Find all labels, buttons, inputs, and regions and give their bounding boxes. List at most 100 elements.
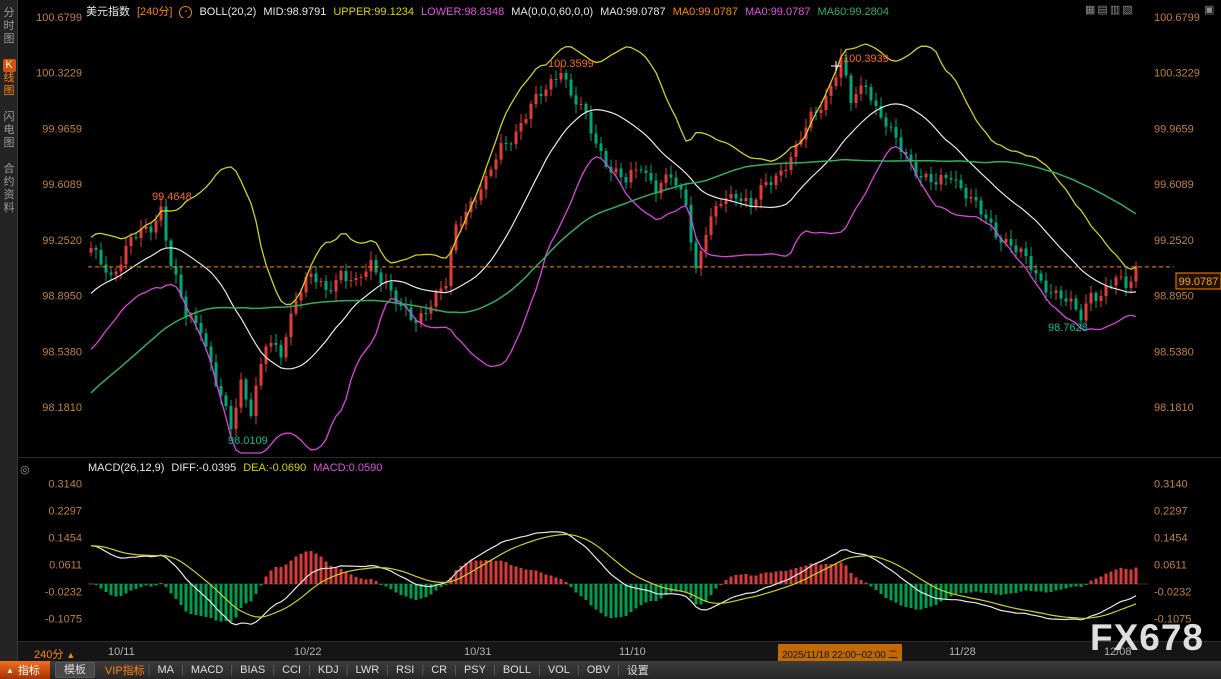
toolbar-item-lwr[interactable]: LWR [349,664,387,676]
ma0-readout-3: MA0:99.0787 [745,6,810,18]
tab-first-char: 分 [3,7,16,20]
tab-first-char: K [3,59,16,72]
sidebar-tab-contract-info[interactable]: 合约资料 [0,163,18,215]
toolbar-item-rsi[interactable]: RSI [389,664,421,676]
toolbar-item-psy[interactable]: PSY [457,664,493,676]
svg-text:0.2297: 0.2297 [1154,505,1188,517]
svg-text:0.3140: 0.3140 [48,479,82,491]
toolbar-item-obv[interactable]: OBV [580,664,617,676]
boll-upper-readout: UPPER:99.1234 [333,6,414,18]
price-annotation-low: 98.0109 [228,435,268,447]
ma0-readout-1: MA0:99.0787 [600,6,665,18]
indicators-button[interactable]: ▲ 指标 [0,661,50,679]
timeline-date-label: 11/10 [619,646,646,658]
boll-mid-readout: MID:98.9791 [263,6,326,18]
snapshot-icon[interactable]: ▣ [1204,3,1214,16]
toolbar-item-cr[interactable]: CR [424,664,454,676]
toolbar-item-cci[interactable]: CCI [275,664,308,676]
svg-text:100.6799: 100.6799 [1154,12,1200,24]
boll-mid-line [91,104,1136,369]
fx678-watermark: FX678 [1090,617,1204,659]
ma0-readout-2: MA0:99.0787 [673,6,738,18]
svg-text:0.2297: 0.2297 [48,505,82,517]
sidebar-tab-kline-chart[interactable]: K线图 [0,59,18,98]
toolbar-item-boll[interactable]: BOLL [496,664,538,676]
svg-text:0.0611: 0.0611 [49,559,82,571]
toolbar-item-macd[interactable]: MACD [184,664,230,676]
axis-labels: 100.6799 100.6799 100.3229 100.3229 99.9659 9… [36,12,1200,625]
svg-text:-0.1075: -0.1075 [45,613,82,625]
vip-indicators-button[interactable]: VIP指标 [102,662,148,678]
svg-text:100.3229: 100.3229 [1154,68,1200,80]
zoom-out-icon[interactable]: - [179,6,192,18]
svg-text:98.1810: 98.1810 [1154,402,1194,414]
svg-text:98.1810: 98.1810 [42,402,82,414]
symbol-name: 美元指数 [86,6,130,18]
price-annotation-high: 100.3939 [843,53,889,65]
svg-text:98.5380: 98.5380 [42,346,82,358]
chevron-up-icon: ▲ [66,650,75,660]
period-selector[interactable]: 240分 ▲ [34,646,75,662]
svg-text:98.5380: 98.5380 [1154,346,1194,358]
ma60-readout: MA60:99.2804 [817,6,889,18]
settings-button[interactable]: 设置 [620,662,656,678]
sidebar-tab-flash-chart[interactable]: 闪电图 [0,111,18,150]
dea-readout: DEA:-0.0690 [243,462,306,474]
left-sidebar: 分时图 K线图闪电图合约资料 [0,0,18,661]
bottom-toolbar: ▲ 指标 模板VIP指标|MA|MACD|BIAS|CCI|KDJ|LWR|RS… [0,661,1221,679]
boll-params: BOLL(20,2) [199,6,256,18]
macd-histogram [90,551,1138,622]
toolbar-item-vol[interactable]: VOL [541,664,577,676]
svg-text:100.6799: 100.6799 [36,12,82,24]
svg-text:98.8950: 98.8950 [42,291,82,303]
diff-readout: DIFF:-0.0395 [171,462,236,474]
toolbar-item-ma[interactable]: MA [151,664,182,676]
svg-text:98.8950: 98.8950 [1154,291,1194,303]
svg-text:100.3229: 100.3229 [36,68,82,80]
layout-quad-icon[interactable]: ▧ [1122,4,1134,16]
boll-upper-line [91,44,1136,305]
svg-text:99.2520: 99.2520 [42,235,82,247]
tab-label: 线图 [3,72,16,98]
price-annotation-high: 100.3599 [548,58,594,70]
last-price-tag-value: 99.0787 [1179,276,1219,288]
sidebar-tab-time-chart[interactable]: 分时图 [0,7,18,46]
macd-header: MACD(26,12,9)DIFF:-0.0395DEA:-0.0690MACD… [88,462,389,474]
tab-first-char: 合 [3,163,16,176]
macd-indicator-icon[interactable]: ◎ [20,463,30,476]
tab-label: 电图 [3,124,16,150]
timeline-date-label: 10/22 [294,646,322,658]
layout-rows-icon[interactable]: ▤ [1097,4,1109,16]
svg-text:0.1454: 0.1454 [1154,532,1188,544]
diff-line [91,532,1136,625]
timeline: 240分 ▲ 2025/11/18 22:00~02:00 二 10/1110/… [18,641,1221,662]
boll-lower-line [91,147,1136,453]
period-readout: [240分] [137,6,172,18]
macd-params: MACD(26,12,9) [88,462,164,474]
indicators-button-label: 指标 [18,662,40,678]
toolbar-item-bias[interactable]: BIAS [233,664,272,676]
svg-text:0.1454: 0.1454 [48,532,82,544]
layout-columns-icon[interactable]: ▥ [1110,4,1122,16]
tab-label: 约资料 [3,176,16,215]
price-chart[interactable]: 100.6799 100.6799 100.3229 100.3229 99.9659 9… [0,0,1221,679]
template-button[interactable]: 模板 [55,662,95,678]
trading-app-window: 100.6799 100.6799 100.3229 100.3229 99.9659 9… [0,0,1221,679]
svg-text:99.6089: 99.6089 [1154,179,1194,191]
period-label: 240分 [34,649,63,661]
svg-text:0.0611: 0.0611 [1154,559,1187,571]
svg-text:99.9659: 99.9659 [1154,123,1194,135]
toolbar-item-kdj[interactable]: KDJ [311,664,346,676]
candlesticks [90,49,1138,437]
ma-params: MA(0,0,0,60,0,0) [511,6,593,18]
layout-icons: ▦▤▥▧ [1085,3,1135,16]
svg-text:-0.0232: -0.0232 [45,586,82,598]
price-annotation-high: 99.4648 [152,191,192,203]
timeline-date-label: 10/11 [108,646,135,658]
timeline-date-label: 11/28 [949,646,976,658]
tab-first-char: 闪 [3,111,16,124]
triangle-up-icon: ▲ [6,666,14,675]
layout-grid-icon[interactable]: ▦ [1085,4,1097,16]
price-annotation-low: 98.7628 [1048,322,1088,334]
boll-lower-readout: LOWER:98.8348 [421,6,504,18]
